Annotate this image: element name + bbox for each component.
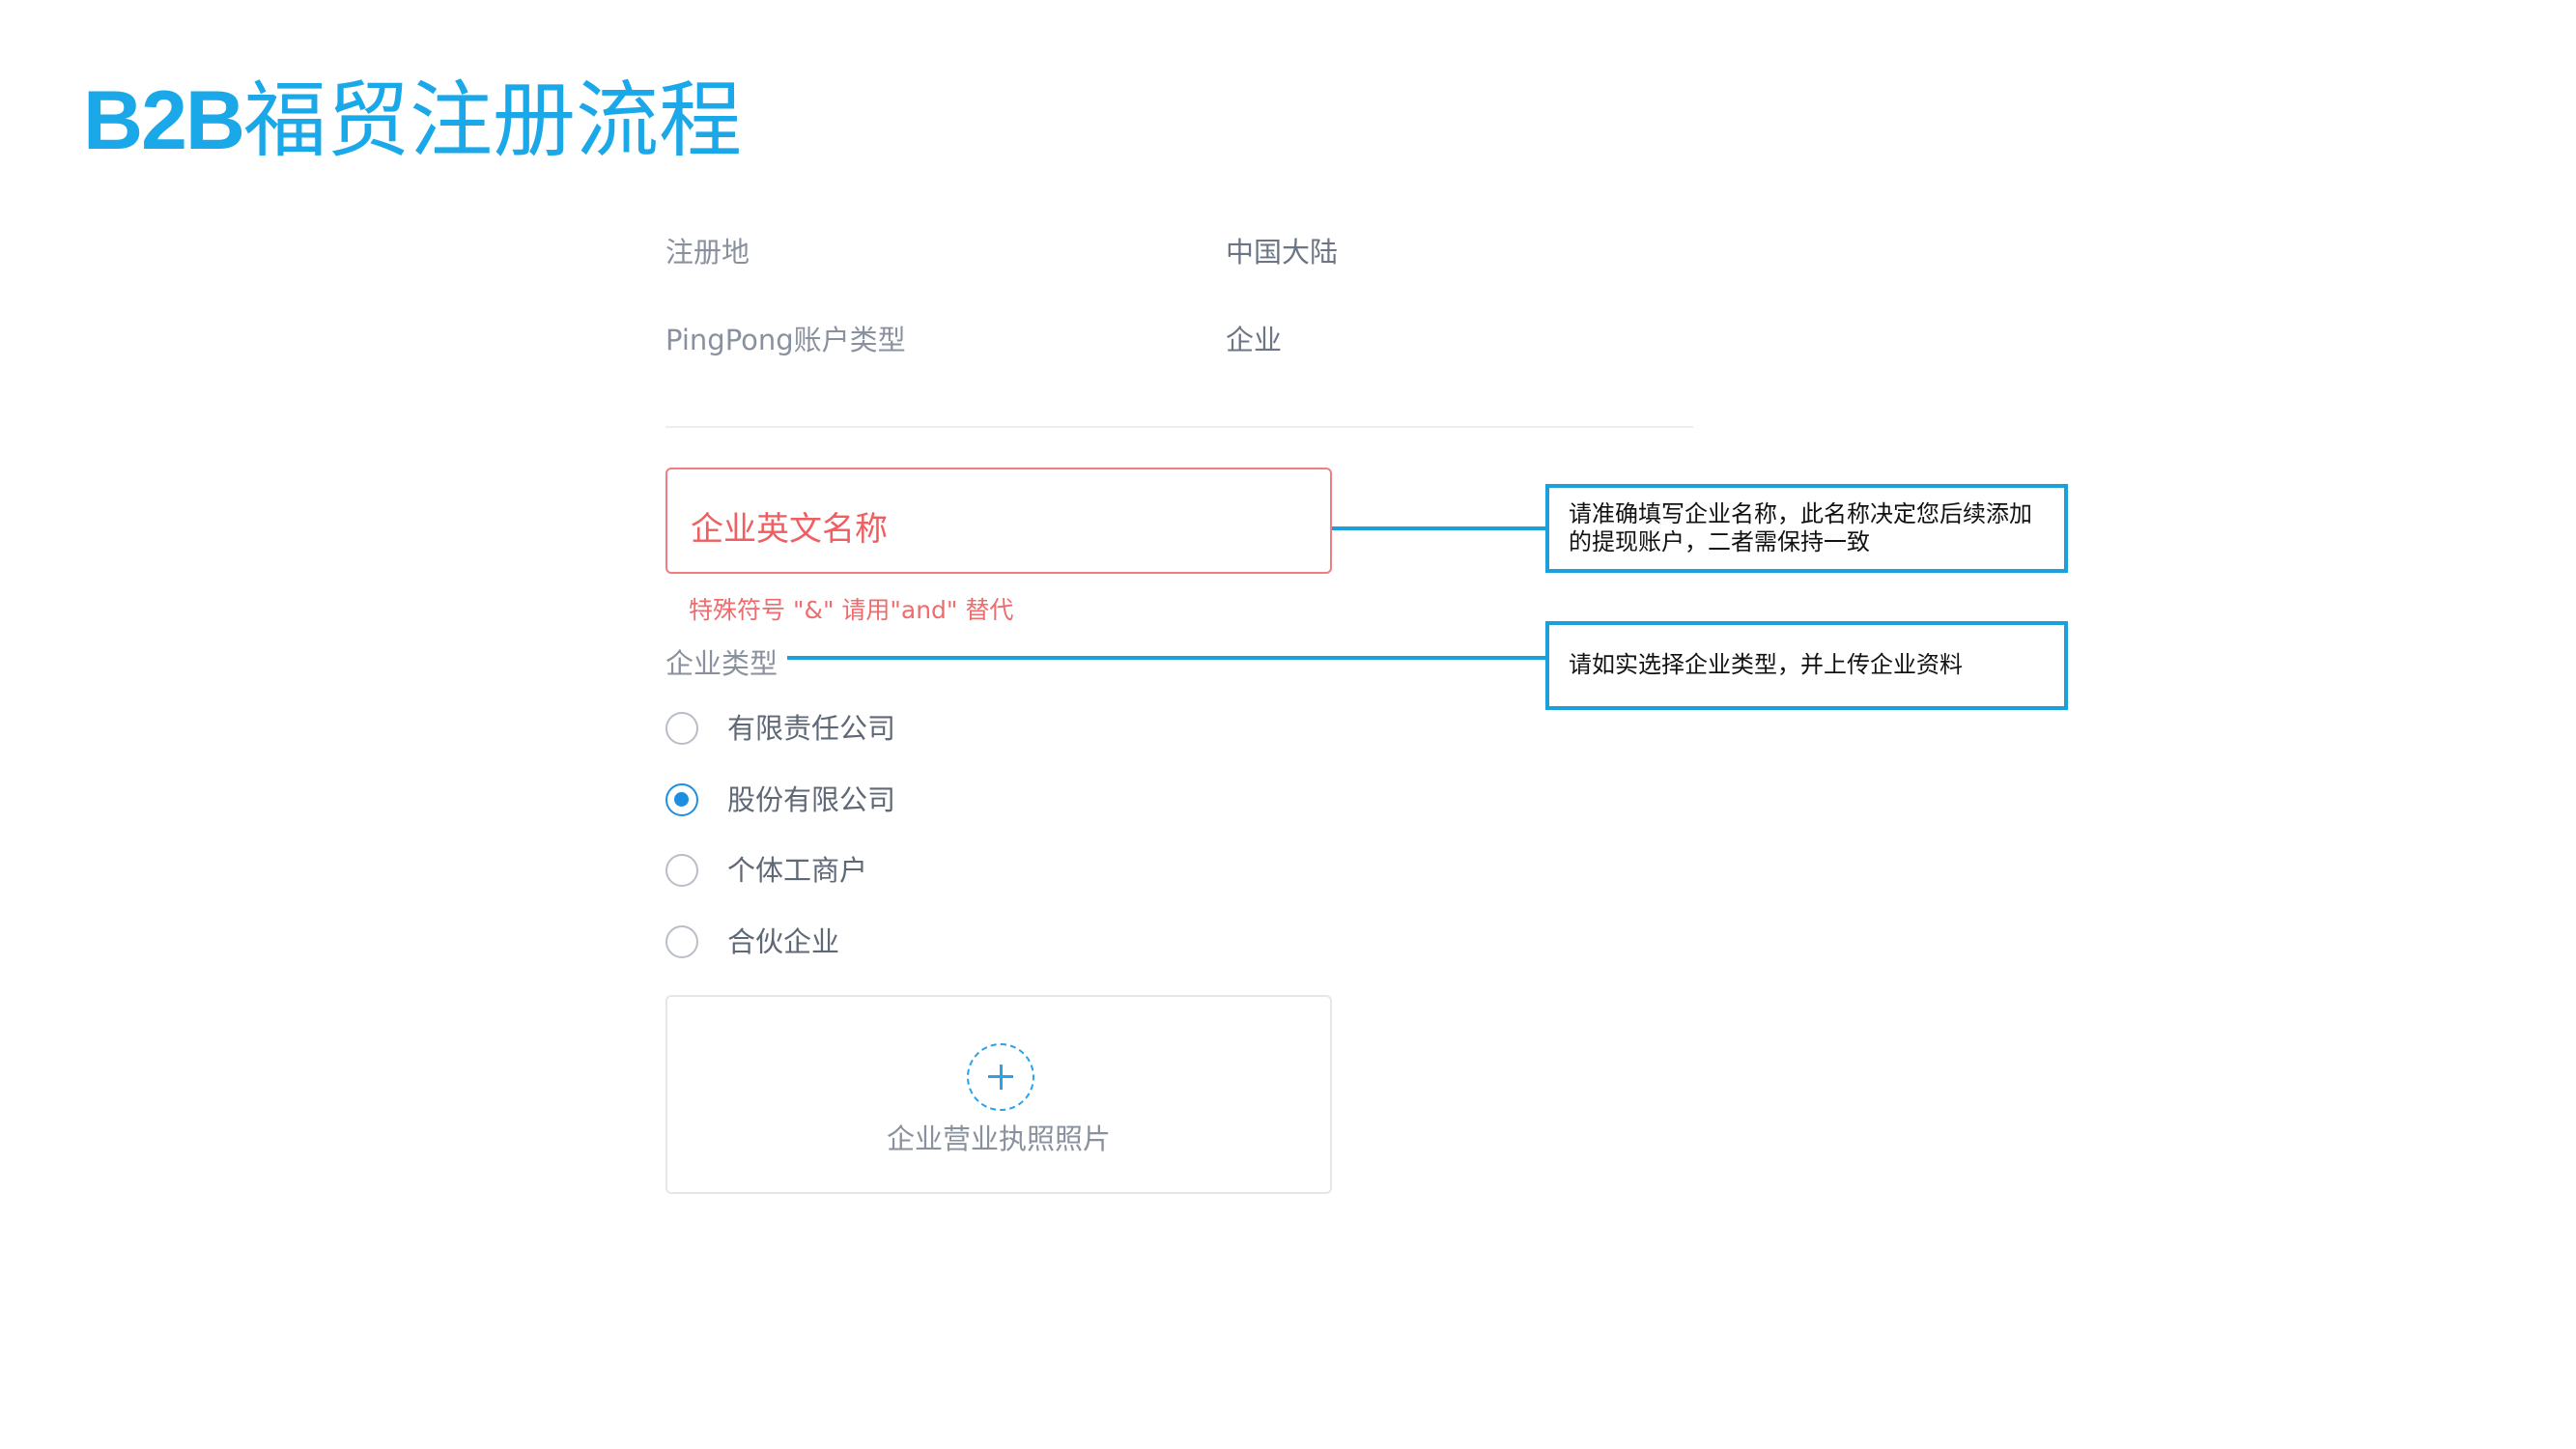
company-type-callout-text: 请如实选择企业类型，并上传企业资料 xyxy=(1569,651,1963,678)
account-type-value: 企业 xyxy=(1226,324,1283,356)
slide-title-prefix: B2B xyxy=(83,74,245,167)
company-type-option-label: 有限责任公司 xyxy=(727,712,896,745)
company-english-name-placeholder: 企业英文名称 xyxy=(691,510,888,549)
business-license-upload-label: 企业营业执照照片 xyxy=(886,1122,1111,1155)
region-value: 中国大陆 xyxy=(1226,236,1339,269)
plus-icon xyxy=(967,1043,1034,1111)
callout-connector-line xyxy=(1332,526,1547,530)
company-type-option-label: 股份有限公司 xyxy=(727,783,896,816)
radio-unchecked-icon[interactable] xyxy=(665,854,698,887)
slide-title: B2B福贸注册流程 xyxy=(83,68,742,174)
slide-title-text: 福贸注册流程 xyxy=(243,72,743,169)
section-divider xyxy=(665,426,1693,428)
company-english-name-input[interactable]: 企业英文名称 xyxy=(665,468,1332,574)
business-license-upload[interactable]: 企业营业执照照片 xyxy=(665,995,1332,1194)
company-type-callout: 请如实选择企业类型，并上传企业资料 xyxy=(1545,621,2068,710)
company-name-callout: 请准确填写企业名称，此名称决定您后续添加的提现账户，二者需保持一致 xyxy=(1545,484,2068,573)
callout-connector-line xyxy=(787,656,1547,660)
company-type-option-label: 个体工商户 xyxy=(727,854,868,887)
company-type-label: 企业类型 xyxy=(665,647,778,680)
company-name-error-hint: 特殊符号 "&" 请用"and" 替代 xyxy=(689,596,1014,624)
account-type-label: PingPong账户类型 xyxy=(665,324,906,356)
radio-unchecked-icon[interactable] xyxy=(665,925,698,958)
company-name-callout-text: 请准确填写企业名称，此名称决定您后续添加的提现账户，二者需保持一致 xyxy=(1569,500,2032,555)
radio-checked-icon[interactable] xyxy=(665,783,698,816)
region-label: 注册地 xyxy=(665,236,750,269)
company-type-option-label: 合伙企业 xyxy=(727,925,840,958)
radio-unchecked-icon[interactable] xyxy=(665,712,698,745)
